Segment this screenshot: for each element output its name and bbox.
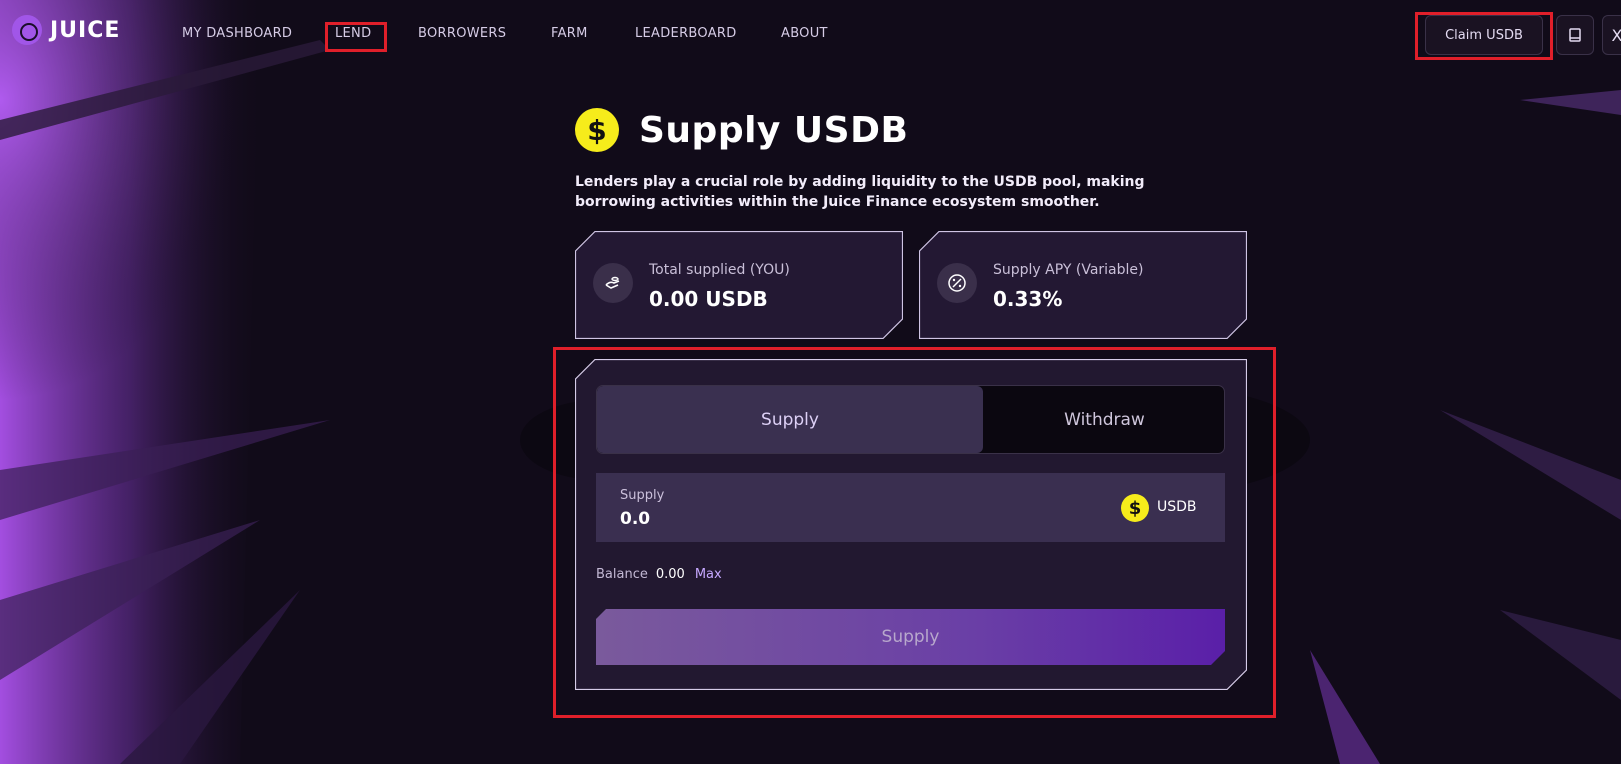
balance-row: Balance 0.00 Max [596,567,722,582]
percent-icon [937,263,977,303]
supply-amount-field: Supply $ USDB [596,473,1225,542]
stat-card-total-supplied-content: Total supplied (YOU) 0.00 USDB [575,231,903,339]
nav-my-dashboard[interactable]: MY DASHBOARD [182,26,292,41]
page-title: Supply USDB [639,109,909,151]
supply-amount-input[interactable] [620,509,920,529]
supply-withdraw-tabs: Supply Withdraw [596,385,1225,454]
token-label: USDB [1157,499,1197,515]
nav-about[interactable]: ABOUT [781,26,828,41]
hand-coins-icon [593,263,633,303]
top-navbar: JUICE MY DASHBOARD LEND BORROWERS FARM L… [0,0,1621,70]
tab-withdraw[interactable]: Withdraw [983,386,1224,453]
x-social-icon: X [1611,25,1621,45]
supply-submit-button[interactable]: Supply [596,609,1225,665]
supply-panel: Supply Withdraw Supply $ USDB Balance 0.… [575,359,1247,690]
stat-value: 0.33% [993,287,1063,311]
stat-value: 0.00 USDB [649,287,768,311]
supply-field-label: Supply [620,488,665,503]
main-content: $ Supply USDB Lenders play a crucial rol… [0,0,1621,764]
max-button[interactable]: Max [695,567,722,582]
page-description: Lenders play a crucial role by adding li… [575,174,1145,210]
docs-button[interactable] [1556,15,1594,55]
highlight-box-lend [325,22,387,52]
stat-label: Total supplied (YOU) [649,262,790,278]
juice-logo[interactable]: JUICE [12,15,120,45]
stat-label: Supply APY (Variable) [993,262,1144,278]
balance-value: 0.00 [655,567,685,582]
x-social-button[interactable]: X [1602,15,1621,55]
nav-leaderboard[interactable]: LEADERBOARD [635,26,737,41]
usdb-coin-icon: $ [575,108,619,152]
stat-card-supply-apy-content: Supply APY (Variable) 0.33% [919,231,1247,339]
nav-borrowers[interactable]: BORROWERS [418,26,506,41]
balance-label: Balance [596,567,648,582]
logo-text: JUICE [50,17,121,43]
page-header: $ Supply USDB [575,108,908,152]
tab-supply[interactable]: Supply [597,386,983,453]
usdb-token-icon: $ [1121,494,1149,522]
nav-farm[interactable]: FARM [551,26,588,41]
highlight-box-claim [1415,12,1553,60]
book-icon [1569,28,1581,42]
juice-logo-icon [12,15,42,45]
